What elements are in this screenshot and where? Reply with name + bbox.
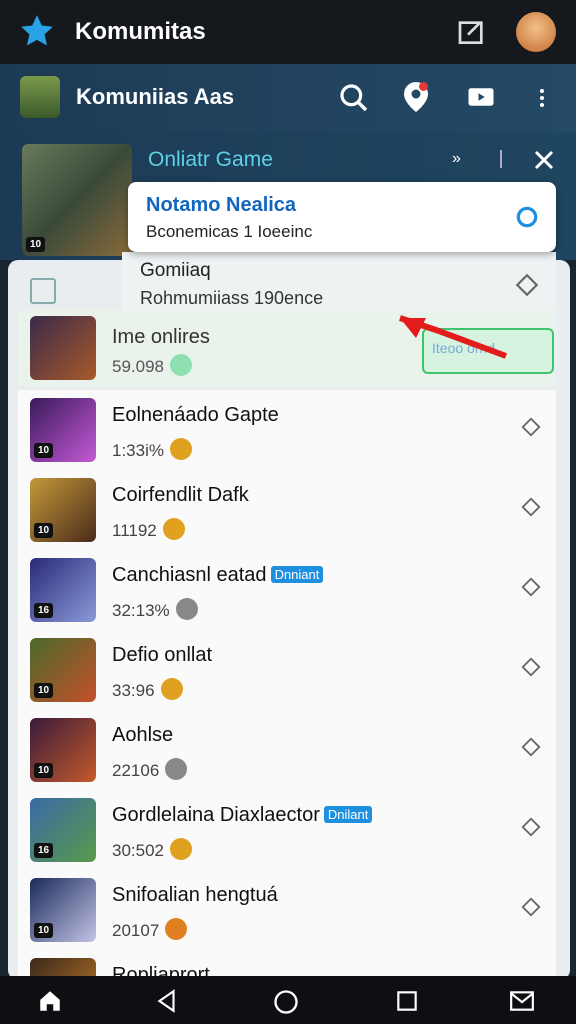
- diamond-arrow-icon[interactable]: [520, 896, 542, 918]
- status-icon: [170, 838, 192, 860]
- game-thumbnail: 16: [30, 798, 96, 862]
- top-bar: Komumitas: [0, 0, 576, 64]
- mail-icon[interactable]: [508, 988, 536, 1014]
- list-item[interactable]: 10 Snifoalian hengtuá 20107: [18, 870, 556, 951]
- diamond-arrow-icon[interactable]: [520, 576, 542, 598]
- diamond-arrow-icon[interactable]: [520, 496, 542, 518]
- app-logo: [20, 76, 60, 118]
- age-rating-badge: 16: [34, 603, 54, 618]
- list-item[interactable]: 10 Defio onllat 33:96: [18, 630, 556, 711]
- location-bell-icon[interactable]: [398, 78, 434, 116]
- home-icon[interactable]: [36, 988, 64, 1014]
- dropdown-subtitle: Rohmumiiass 190ence: [140, 288, 324, 308]
- game-title: Gordlelaina Diaxlaector Dnilant: [112, 804, 373, 827]
- age-rating-badge: 10: [34, 683, 54, 698]
- list-item[interactable]: 16 Canchiasnl eatad Dnniant 32:13%: [18, 550, 556, 631]
- featured-count: 59.098: [112, 354, 192, 377]
- game-thumbnail: 10: [30, 718, 96, 782]
- list-item[interactable]: Ropliaprort: [18, 950, 556, 977]
- game-thumbnail: 16: [30, 558, 96, 622]
- game-title: Eolnenáado Gapte: [112, 404, 279, 426]
- game-count: 1:33i%: [112, 438, 192, 461]
- diamond-arrow-icon[interactable]: [514, 272, 540, 298]
- app-bar: Komuniias Aas: [0, 64, 576, 132]
- popup-subtitle: Bconemicas 1 Ioeeinc: [146, 222, 313, 241]
- game-count: 22106: [112, 758, 188, 781]
- filter-icon[interactable]: [30, 278, 56, 304]
- age-rating-badge: 16: [34, 843, 54, 858]
- status-icon: [165, 918, 188, 940]
- game-count: 11192: [112, 518, 185, 541]
- online-tag: Dnilant: [323, 806, 373, 823]
- header-game-thumbnail[interactable]: 10: [22, 144, 132, 256]
- age-rating-badge: 10: [34, 443, 54, 458]
- age-rating-badge: 10: [34, 523, 54, 538]
- close-icon[interactable]: [532, 148, 556, 172]
- age-rating-badge: 10: [34, 923, 54, 938]
- game-title: Defio onllat: [112, 644, 213, 666]
- header-label: Onliatr Game: [148, 148, 273, 171]
- diamond-arrow-icon[interactable]: [520, 656, 542, 678]
- game-title: Canchiasnl eatad Dnniant: [112, 564, 324, 587]
- diamond-arrow-icon[interactable]: [520, 416, 542, 438]
- diamond-arrow-icon[interactable]: [520, 736, 542, 758]
- page-title: Komumitas: [75, 18, 206, 45]
- divider: [500, 150, 502, 168]
- featured-thumbnail: [30, 316, 96, 380]
- annotation-arrow: [399, 315, 508, 359]
- home-circle-icon[interactable]: [272, 988, 300, 1016]
- status-icon: [170, 354, 192, 376]
- game-title: Snifoalian hengtuá: [112, 884, 278, 906]
- featured-title: Ime onlires: [112, 326, 210, 348]
- game-thumbnail: [30, 958, 96, 976]
- video-icon[interactable]: [464, 82, 498, 112]
- game-thumbnail: 10: [30, 878, 96, 942]
- recents-icon[interactable]: [394, 988, 420, 1014]
- system-nav-bar: [0, 976, 576, 1024]
- game-count: 32:13%: [112, 598, 198, 621]
- status-icon: [160, 678, 183, 700]
- app-name: Komuniias Aas: [76, 84, 235, 109]
- list-item[interactable]: 10 Eolnenáado Gapte 1:33i%: [18, 390, 556, 471]
- notification-popup[interactable]: Notamo Nealica Bconemicas 1 Ioeeinc: [128, 182, 556, 252]
- list-item[interactable]: 10 Coirfendlit Dafk 11192: [18, 470, 556, 551]
- game-thumbnail: 10: [30, 398, 96, 462]
- game-title: Aohlse: [112, 724, 174, 746]
- status-icon: [165, 758, 188, 780]
- back-icon[interactable]: [154, 988, 180, 1014]
- popup-title: Notamo Nealica: [146, 194, 297, 216]
- game-title: Coirfendlit Dafk: [112, 484, 249, 506]
- game-count: 30:502: [112, 838, 192, 861]
- age-rating-badge: 10: [34, 763, 54, 778]
- search-icon[interactable]: [338, 82, 370, 114]
- status-icon: [175, 598, 198, 620]
- avatar[interactable]: [516, 12, 556, 52]
- diamond-arrow-icon[interactable]: [520, 816, 542, 838]
- list-item[interactable]: 10 Aohlse 22106: [18, 710, 556, 791]
- age-rating-badge: 10: [26, 237, 46, 252]
- online-tag: Dnniant: [270, 566, 324, 583]
- game-thumbnail: 10: [30, 638, 96, 702]
- status-icon: [169, 438, 192, 460]
- more-vertical-icon[interactable]: [530, 82, 554, 114]
- star-icon[interactable]: [18, 12, 56, 50]
- status-icon: [162, 518, 185, 540]
- expand-icon[interactable]: »: [452, 150, 461, 168]
- target-icon[interactable]: [514, 204, 540, 230]
- list-item[interactable]: 16 Gordlelaina Diaxlaector Dnilant 30:502: [18, 790, 556, 871]
- edit-icon[interactable]: [456, 16, 488, 48]
- game-thumbnail: 10: [30, 478, 96, 542]
- game-count: 20107: [112, 918, 188, 941]
- game-count: 33:96: [112, 678, 183, 701]
- dropdown-title: Gomiiaq: [140, 260, 211, 281]
